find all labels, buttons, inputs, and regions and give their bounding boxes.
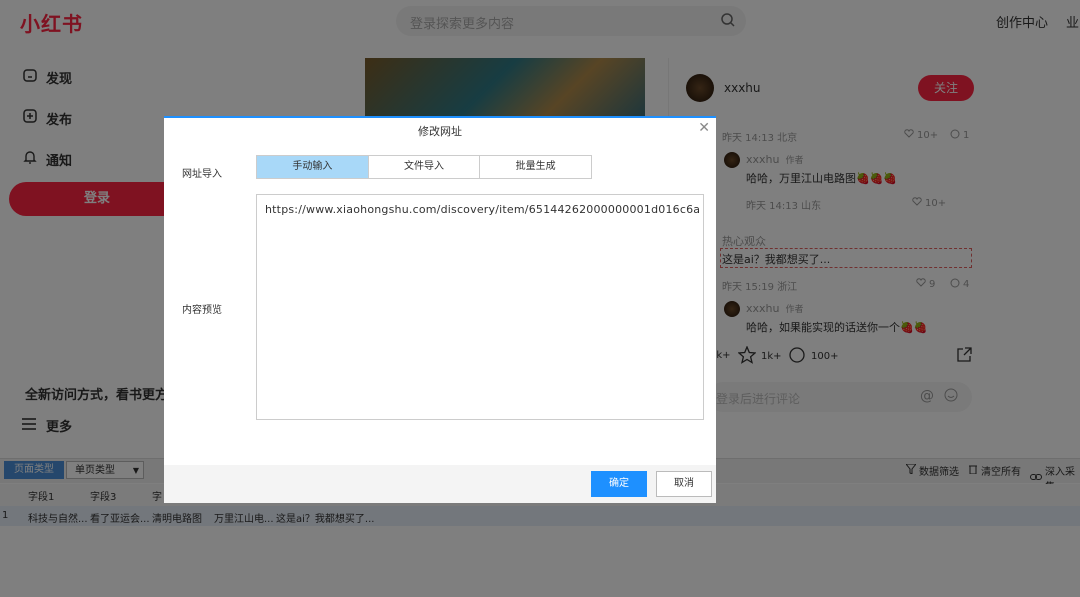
url-import-label: 网址导入 bbox=[182, 169, 222, 180]
tab-manual-input[interactable]: 手动输入 bbox=[257, 156, 369, 178]
dialog-title: 修改网址 bbox=[418, 125, 462, 138]
content-preview-textarea[interactable]: https://www.xiaohongshu.com/discovery/it… bbox=[256, 194, 704, 420]
cancel-button[interactable]: 取消 bbox=[656, 471, 712, 497]
import-mode-tabs: 手动输入 文件导入 批量生成 bbox=[256, 155, 592, 179]
content-preview-label: 内容预览 bbox=[182, 305, 222, 316]
tab-batch-generate[interactable]: 批量生成 bbox=[480, 156, 591, 178]
edit-url-dialog: 修改网址 ✕ 网址导入 手动输入 文件导入 批量生成 内容预览 https://… bbox=[164, 116, 716, 503]
tab-file-import[interactable]: 文件导入 bbox=[369, 156, 481, 178]
close-icon[interactable]: ✕ bbox=[698, 120, 710, 136]
confirm-button[interactable]: 确定 bbox=[591, 471, 647, 497]
preview-url-text: https://www.xiaohongshu.com/discovery/it… bbox=[265, 203, 701, 216]
dialog-footer: 确定 取消 bbox=[164, 465, 716, 503]
